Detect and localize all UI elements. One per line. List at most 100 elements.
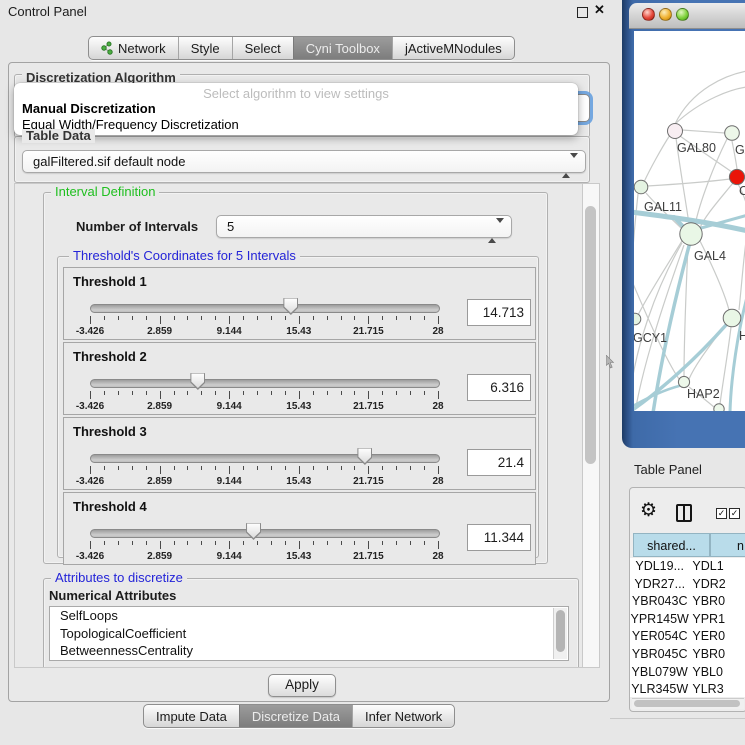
table-cell-shared-name: YPR145W xyxy=(630,611,689,629)
settings-scrollbar[interactable] xyxy=(582,184,599,667)
node-table-body[interactable]: YDL19...YDL1YDR27...YDR2YBR043CYBR0YPR14… xyxy=(630,558,745,697)
slider-tick xyxy=(243,391,244,395)
slider-tick xyxy=(327,316,328,320)
combo-stepper-icon[interactable] xyxy=(562,155,578,176)
slider-tick xyxy=(215,391,216,395)
table-cell-shared-name: YDL19... xyxy=(630,558,689,576)
table-row[interactable]: YBR043CYBR0 xyxy=(630,593,745,611)
slider-tick xyxy=(160,466,161,474)
network-node-label: GA xyxy=(735,143,745,157)
table-hscrollbar-thumb[interactable] xyxy=(634,700,740,707)
tab-discretize-data[interactable]: Discretize Data xyxy=(239,705,352,727)
threshold-4-panel: Threshold 4-3.4262.8599.14415.4321.71528… xyxy=(63,492,536,565)
network-node-label: HAP2 xyxy=(687,387,720,401)
table-row[interactable]: YBL079WYBL0 xyxy=(630,664,745,682)
slider-tick xyxy=(368,541,369,549)
threshold-value-field[interactable]: 11.344 xyxy=(467,524,531,551)
threshold-value-field[interactable]: 21.4 xyxy=(467,449,531,476)
network-edge xyxy=(644,135,670,182)
slider-tick xyxy=(271,466,272,470)
column-header-shared-name[interactable]: shared... xyxy=(633,533,710,557)
tab-network[interactable]: Network xyxy=(89,37,178,59)
network-canvas[interactable]: GAL80GACGAL11GAL4GCY1HHAP2 xyxy=(634,31,745,411)
slider-tick xyxy=(354,466,355,470)
column-header-name[interactable]: n xyxy=(710,533,745,557)
columns-icon[interactable] xyxy=(676,504,692,522)
table-cell-shared-name: YBL079W xyxy=(630,664,689,682)
attribute-list-item[interactable]: SelfLoops xyxy=(50,607,568,625)
table-hscrollbar[interactable] xyxy=(632,698,744,709)
network-graph: GAL80GACGAL11GAL4GCY1HHAP2 xyxy=(634,31,745,411)
slider-tick xyxy=(132,541,133,545)
slider-tick-label: 21.715 xyxy=(353,326,384,337)
dropdown-option-manual[interactable]: Manual Discretization xyxy=(14,101,578,117)
tab-infer-network[interactable]: Infer Network xyxy=(352,705,454,727)
slider-tick xyxy=(104,541,105,545)
close-panel-icon[interactable]: ✕ xyxy=(594,2,605,18)
slider-tick-label: 2.859 xyxy=(147,551,172,562)
dropdown-option-equal-width[interactable]: Equal Width/Frequency Discretization xyxy=(14,117,578,133)
network-node xyxy=(729,169,744,184)
slider-tick xyxy=(243,541,244,545)
settings-scrollbar-thumb[interactable] xyxy=(585,206,596,464)
tab-cyni-toolbox[interactable]: Cyni Toolbox xyxy=(293,37,392,59)
attribute-list-item[interactable]: BetweennessCentrality xyxy=(50,642,568,660)
attributes-scrollbar-thumb[interactable] xyxy=(556,610,565,652)
slider-tick xyxy=(160,316,161,324)
slider-tick-label: 2.859 xyxy=(147,326,172,337)
slider-tick xyxy=(201,391,202,395)
attributes-scrollbar[interactable] xyxy=(553,608,567,659)
slider-track[interactable] xyxy=(90,454,440,463)
tab-jactivemnodules[interactable]: jActiveMNodules xyxy=(392,37,514,59)
slider-tick-label: 9.144 xyxy=(217,401,242,412)
table-cell-name: YBL0 xyxy=(689,664,745,682)
slider-tick xyxy=(396,391,397,395)
slider-tick xyxy=(90,466,91,474)
slider-tick xyxy=(146,391,147,395)
dropdown-placeholder-item[interactable]: Select algorithm to view settings xyxy=(14,83,578,101)
slider-tick-label: 28 xyxy=(432,401,443,412)
slider-tick xyxy=(174,541,175,545)
combo-stepper-icon[interactable] xyxy=(488,220,504,241)
slider-tick xyxy=(313,466,314,470)
table-row[interactable]: YPR145WYPR1 xyxy=(630,611,745,629)
slider-tick xyxy=(271,391,272,395)
checkbox-icon[interactable]: ✓ xyxy=(729,508,740,519)
slider-tick xyxy=(285,466,286,470)
table-row[interactable]: YDR27...YDR2 xyxy=(630,576,745,594)
threshold-value-field[interactable]: 6.316 xyxy=(467,374,531,401)
checkbox-icon[interactable]: ✓ xyxy=(716,508,727,519)
table-row[interactable]: YBR045CYBR0 xyxy=(630,646,745,664)
tab-style[interactable]: Style xyxy=(178,37,232,59)
attribute-list-item[interactable]: TopologicalCoefficient xyxy=(50,625,568,643)
slider-tick xyxy=(327,391,328,395)
slider-tick-label: -3.426 xyxy=(76,476,104,487)
table-cell-name: YBR0 xyxy=(689,593,745,611)
slider-track[interactable] xyxy=(90,304,440,313)
network-edge xyxy=(675,71,745,124)
close-traffic-light-icon[interactable] xyxy=(642,8,655,21)
slider-tick xyxy=(424,466,425,470)
slider-track[interactable] xyxy=(90,529,440,538)
slider-tick-label: 21.715 xyxy=(353,401,384,412)
slider-tick xyxy=(341,541,342,545)
gear-icon[interactable]: ⚙ xyxy=(640,499,657,522)
float-window-icon[interactable] xyxy=(577,7,588,18)
network-window-titlebar[interactable] xyxy=(629,3,745,29)
tab-impute-data[interactable]: Impute Data xyxy=(144,705,239,727)
slider-tick xyxy=(271,316,272,320)
number-of-intervals-combobox[interactable]: 5 xyxy=(216,215,512,238)
numerical-attributes-list[interactable]: SelfLoopsTopologicalCoefficientBetweenne… xyxy=(49,606,569,661)
minimize-traffic-light-icon[interactable] xyxy=(659,8,672,21)
tab-select[interactable]: Select xyxy=(232,37,293,59)
table-row[interactable]: YDL19...YDL1 xyxy=(630,558,745,576)
threshold-value-field[interactable]: 14.713 xyxy=(467,299,531,326)
table-data-combobox[interactable]: galFiltered.sif default node xyxy=(22,150,586,173)
slider-tick-label: 15.43 xyxy=(286,476,311,487)
table-row[interactable]: YER054CYER0 xyxy=(630,628,745,646)
zoom-traffic-light-icon[interactable] xyxy=(676,8,689,21)
slider-track[interactable] xyxy=(90,379,440,388)
apply-button[interactable]: Apply xyxy=(268,674,336,697)
table-row[interactable]: YLR345WYLR3 xyxy=(630,681,745,697)
slider-tick xyxy=(104,466,105,470)
